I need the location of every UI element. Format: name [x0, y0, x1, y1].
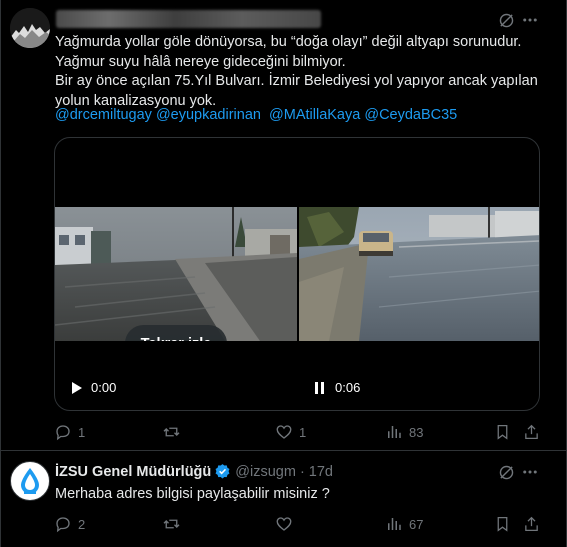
repost-button[interactable] — [162, 514, 181, 534]
bookmark-button[interactable] — [494, 514, 511, 534]
video-frame-right[interactable] — [299, 207, 539, 341]
heart-icon — [276, 425, 292, 439]
views-icon — [388, 426, 401, 438]
tweet-actions: 1 1 83 — [54, 422, 544, 442]
pause-icon[interactable] — [313, 381, 327, 395]
repost-icon — [163, 427, 180, 437]
dot-separator: · — [299, 463, 305, 480]
reply-button[interactable]: 1 — [54, 422, 85, 442]
mention-list: @drcemiltugay @eyupkadirinan @MAtillaKay… — [55, 107, 457, 123]
like-count: 1 — [299, 424, 307, 440]
repost-icon — [163, 519, 180, 529]
bookmark-icon — [497, 424, 508, 440]
view-count: 67 — [409, 516, 424, 532]
reply-count: 1 — [78, 424, 86, 440]
more-options-icon[interactable] — [520, 462, 540, 482]
play-icon[interactable] — [69, 381, 83, 395]
bookmark-button[interactable] — [494, 422, 511, 442]
mention-link[interactable]: @eyupkadirinan — [156, 107, 261, 123]
video-time-left: 0:00 — [91, 380, 117, 395]
reply-time[interactable]: 17d — [309, 464, 333, 480]
reply-icon — [56, 517, 70, 533]
views-icon — [388, 518, 401, 530]
replay-button[interactable]: Tekrar izle — [125, 325, 227, 341]
video-player[interactable]: Tekrar izle — [54, 137, 540, 411]
verified-badge-icon — [214, 463, 231, 480]
izsu-logo-icon — [21, 468, 39, 494]
tweet-line: Bir ay önce açılan 75.Yıl Bulvarı. İzmir… — [55, 73, 538, 90]
tweet-text: Yağmurda yollar göle dönüyorsa, bu “doğa… — [55, 33, 545, 111]
reply-avatar[interactable] — [10, 461, 50, 501]
mention-link[interactable]: @MAtillaKaya — [269, 107, 360, 123]
view-count: 83 — [409, 424, 424, 440]
reply-author-name[interactable]: İZSU Genel Müdürlüğü — [55, 464, 211, 480]
reply-text: Merhaba adres bilgisi paylaşabilir misin… — [55, 486, 330, 502]
left-video-controls: 0:00 — [69, 380, 116, 395]
right-video-controls: 0:06 — [313, 380, 360, 395]
tweet-divider — [0, 450, 567, 451]
grok-icon[interactable] — [496, 10, 516, 30]
mention-link[interactable]: @drcemiltugay — [55, 107, 152, 123]
mention-link[interactable]: @CeydaBC35 — [364, 107, 457, 123]
author-header-blurred — [56, 10, 321, 28]
reply-icon — [56, 425, 70, 441]
repost-button[interactable] — [162, 422, 181, 442]
views-button[interactable]: 67 — [385, 514, 423, 534]
views-button[interactable]: 83 — [385, 422, 423, 442]
reply-count: 2 — [78, 516, 86, 532]
video-time-right: 0:06 — [335, 380, 361, 395]
video-frame-left[interactable]: Tekrar izle — [55, 207, 297, 341]
reply-header: İZSU Genel Müdürlüğü @izsugm · 17d — [55, 463, 333, 480]
share-button[interactable] — [523, 422, 540, 442]
reply-handle[interactable]: @izsugm — [235, 464, 296, 480]
grok-icon[interactable] — [496, 462, 516, 482]
share-icon — [525, 516, 538, 532]
heart-icon — [276, 517, 292, 531]
tweet-line: Yağmurda yollar göle dönüyorsa, bu “doğa… — [55, 34, 522, 50]
reply-actions: 2 67 — [54, 514, 544, 534]
share-icon — [525, 424, 538, 440]
share-button[interactable] — [523, 514, 540, 534]
like-button[interactable]: 1 — [275, 422, 306, 442]
bookmark-icon — [497, 516, 508, 532]
more-options-icon[interactable] — [520, 10, 540, 30]
tweet-line: Yağmur suyu hâlâ nereye gideceğini bilmi… — [55, 53, 346, 70]
like-button[interactable] — [275, 514, 293, 534]
reply-button[interactable]: 2 — [54, 514, 85, 534]
author-avatar[interactable] — [10, 8, 50, 48]
